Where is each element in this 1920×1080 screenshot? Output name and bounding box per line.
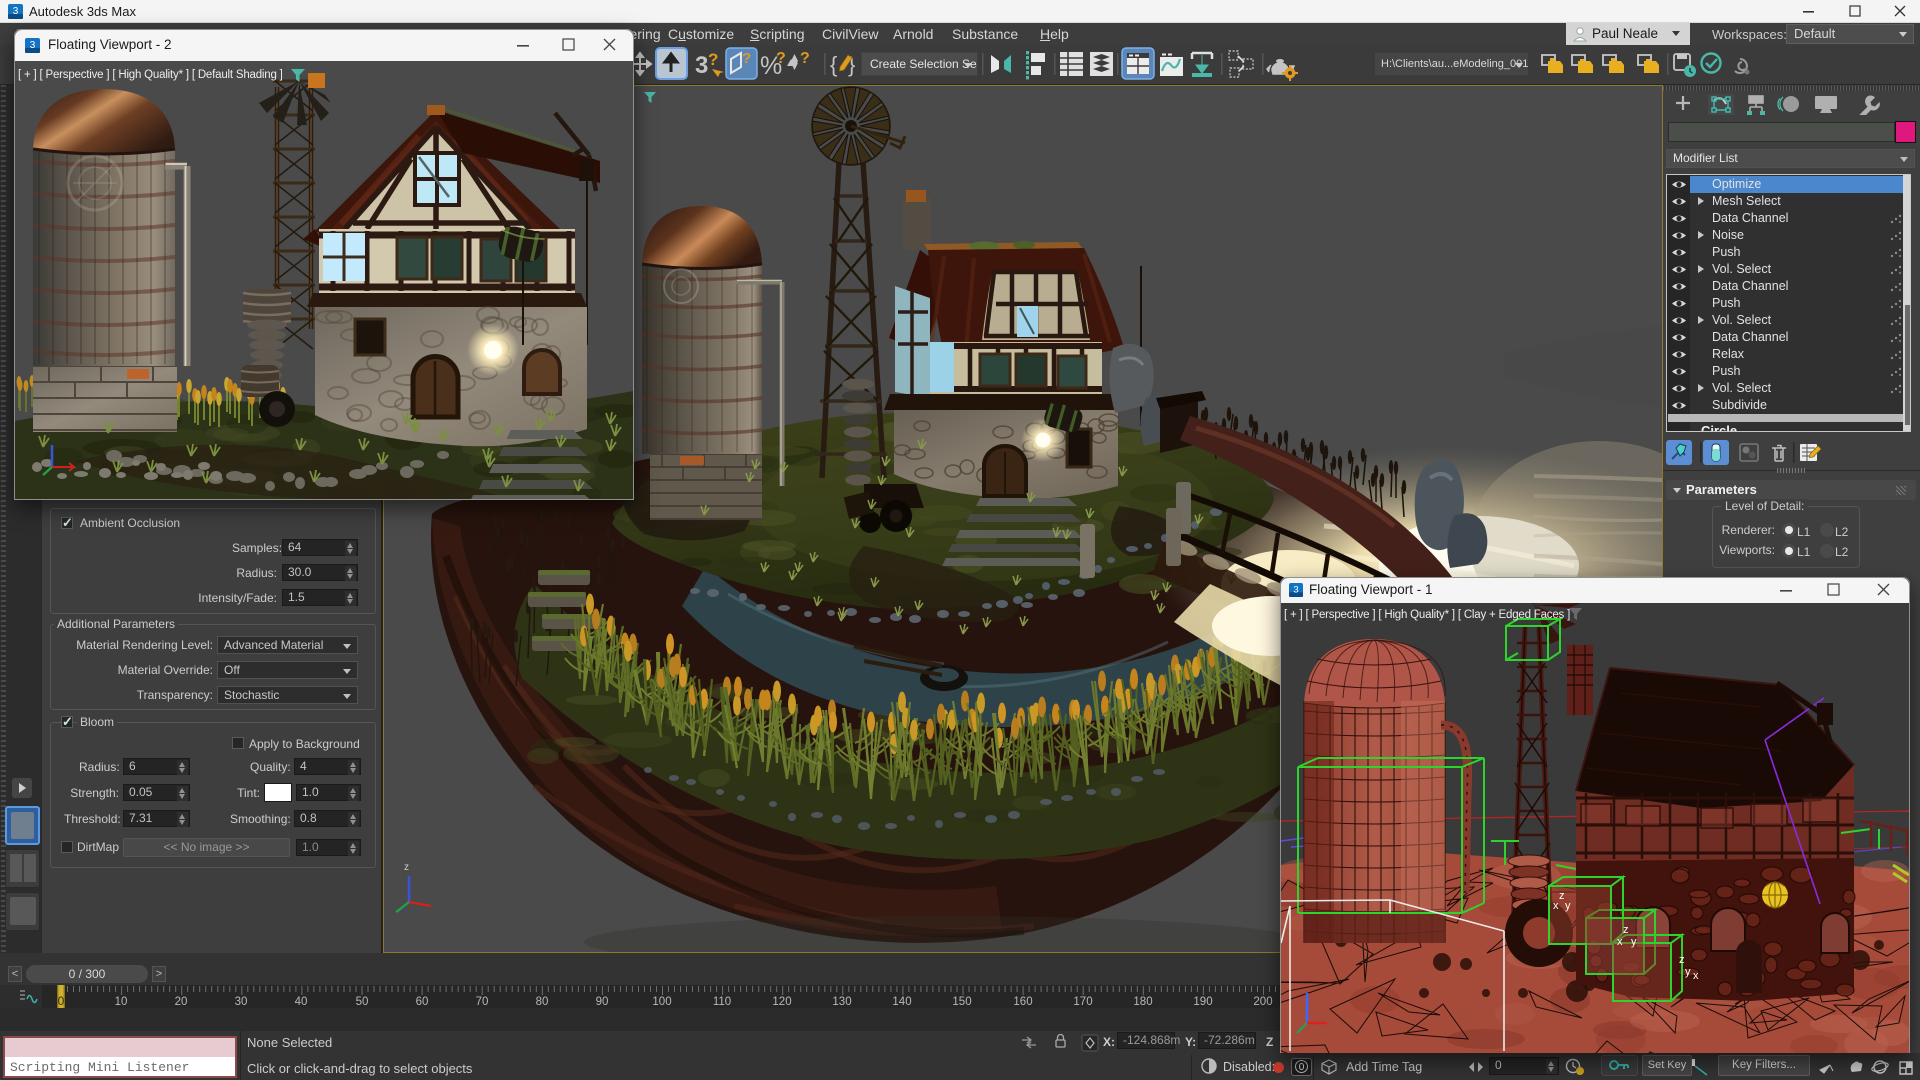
svg-text:0: 0 xyxy=(58,996,64,1008)
svg-text:x: x xyxy=(1693,970,1699,982)
svg-text:40: 40 xyxy=(295,996,308,1008)
svg-text:?: ? xyxy=(776,50,786,67)
svg-text:100: 100 xyxy=(652,996,671,1008)
svg-text:90: 90 xyxy=(596,996,609,1008)
svg-text:150: 150 xyxy=(952,996,971,1008)
svg-text:[ + ] [ Perspective ] [ High Q: [ + ] [ Perspective ] [ High Quality* ] … xyxy=(18,69,283,81)
svg-text:?: ? xyxy=(708,50,718,69)
svg-text:y: y xyxy=(1565,900,1571,912)
svg-text:190: 190 xyxy=(1193,996,1212,1008)
svg-text:140: 140 xyxy=(892,996,911,1008)
svg-text:110: 110 xyxy=(713,996,731,1008)
svg-text:120: 120 xyxy=(772,996,791,1008)
svg-text:30: 30 xyxy=(235,996,248,1008)
svg-text:70: 70 xyxy=(476,996,489,1008)
svg-text:10: 10 xyxy=(115,996,128,1008)
svg-text:z: z xyxy=(1679,954,1685,966)
svg-text:x: x xyxy=(1553,900,1559,912)
svg-text:3: 3 xyxy=(30,40,36,51)
svg-text:y: y xyxy=(1685,966,1691,978)
svg-text:[ + ] [ Perspective ] [ High Q: [ + ] [ Perspective ] [ High Quality* ] … xyxy=(1284,609,1570,621)
svg-text:3: 3 xyxy=(1293,585,1298,596)
svg-text:80: 80 xyxy=(536,996,549,1008)
svg-text:z: z xyxy=(1623,924,1629,936)
svg-text:170: 170 xyxy=(1073,996,1092,1008)
svg-text:20: 20 xyxy=(175,996,188,1008)
svg-text:160: 160 xyxy=(1013,996,1032,1008)
svg-text:200: 200 xyxy=(1253,996,1272,1008)
svg-text:z: z xyxy=(404,862,409,873)
svg-text:?: ? xyxy=(800,50,810,67)
svg-text:z: z xyxy=(1559,890,1565,902)
svg-text:3: 3 xyxy=(13,6,19,17)
svg-text:x: x xyxy=(1617,936,1623,948)
svg-text:180: 180 xyxy=(1133,996,1152,1008)
svg-text:y: y xyxy=(1631,936,1637,948)
svg-text:{: { xyxy=(830,52,837,77)
svg-text:3: 3 xyxy=(695,52,708,79)
svg-text:50: 50 xyxy=(356,996,369,1008)
svg-text:?: ? xyxy=(742,50,751,67)
svg-text:60: 60 xyxy=(416,996,429,1008)
svg-text:130: 130 xyxy=(832,996,851,1008)
